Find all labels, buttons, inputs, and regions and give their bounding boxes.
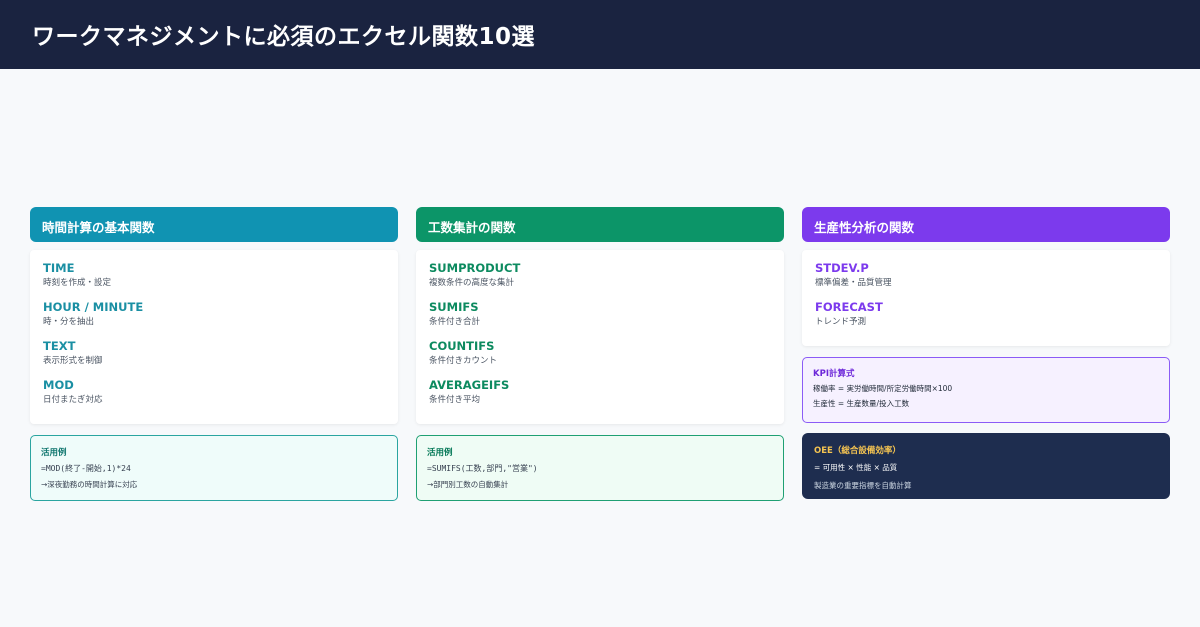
function-desc: 条件付きカウント bbox=[429, 356, 498, 366]
column-aggregation-functions: 工数集計の関数 SUMPRODUCT 複数条件の高度な集計 SUMIFS 条件付… bbox=[416, 207, 784, 501]
page-header: ワークマネジメントに必須のエクセル関数10選 bbox=[0, 0, 1200, 69]
function-desc: 時・分を抽出 bbox=[43, 317, 95, 327]
oee-note: 製造業の重要指標を自動計算 bbox=[814, 481, 912, 490]
oee-formula: = 可用性 × 性能 × 品質 bbox=[814, 463, 898, 472]
function-list: SUMPRODUCT 複数条件の高度な集計 SUMIFS 条件付き合計 COUN… bbox=[416, 250, 784, 424]
function-name: TEXT bbox=[43, 339, 76, 353]
kpi-formula-productivity: 生産性 = 生産数量/投入工数 bbox=[813, 399, 910, 408]
oee-title: OEE（総合設備効率） bbox=[814, 446, 901, 456]
example-title: 活用例 bbox=[41, 448, 67, 458]
kpi-box: KPI計算式 稼働率 = 実労働時間/所定労働時間×100 生産性 = 生産数量… bbox=[802, 357, 1170, 423]
function-desc: 複数条件の高度な集計 bbox=[429, 278, 515, 288]
function-desc: 時刻を作成・設定 bbox=[43, 278, 112, 288]
example-note: →深夜勤務の時間計算に対応 bbox=[41, 480, 138, 489]
function-list: TIME 時刻を作成・設定 HOUR / MINUTE 時・分を抽出 TEXT … bbox=[30, 250, 398, 424]
function-item: MOD 日付またぎ対応 bbox=[43, 378, 385, 406]
function-item: FORECAST トレンド予測 bbox=[815, 300, 1157, 328]
example-note: →部門別工数の自動集計 bbox=[427, 480, 509, 489]
function-desc: 条件付き合計 bbox=[429, 317, 481, 327]
function-desc: 表示形式を制御 bbox=[43, 356, 103, 366]
oee-box: OEE（総合設備効率） = 可用性 × 性能 × 品質 製造業の重要指標を自動計… bbox=[802, 433, 1170, 499]
example-box: 活用例 =MOD(終了-開始,1)*24 →深夜勤務の時間計算に対応 bbox=[30, 435, 398, 501]
column-productivity-functions: 生産性分析の関数 STDEV.P 標準偏差・品質管理 FORECAST トレンド… bbox=[802, 207, 1170, 499]
column-header: 生産性分析の関数 bbox=[802, 207, 1170, 242]
function-name: AVERAGEIFS bbox=[429, 378, 510, 392]
function-desc: 日付またぎ対応 bbox=[43, 395, 103, 405]
function-name: SUMPRODUCT bbox=[429, 261, 521, 275]
function-name: FORECAST bbox=[815, 300, 883, 314]
function-item: AVERAGEIFS 条件付き平均 bbox=[429, 378, 771, 406]
column-time-functions: 時間計算の基本関数 TIME 時刻を作成・設定 HOUR / MINUTE 時・… bbox=[30, 207, 398, 501]
function-item: HOUR / MINUTE 時・分を抽出 bbox=[43, 300, 385, 328]
function-desc: トレンド予測 bbox=[815, 317, 867, 327]
function-name: STDEV.P bbox=[815, 261, 869, 275]
example-code: =SUMIFS(工数,部門,"営業") bbox=[427, 464, 538, 473]
example-title: 活用例 bbox=[427, 448, 453, 458]
function-desc: 標準偏差・品質管理 bbox=[815, 278, 892, 288]
function-item: TEXT 表示形式を制御 bbox=[43, 339, 385, 367]
function-item: COUNTIFS 条件付きカウント bbox=[429, 339, 771, 367]
kpi-title: KPI計算式 bbox=[813, 369, 855, 379]
function-name: COUNTIFS bbox=[429, 339, 495, 353]
kpi-formula-utilization: 稼働率 = 実労働時間/所定労働時間×100 bbox=[813, 384, 953, 393]
function-name: TIME bbox=[43, 261, 75, 275]
function-list: STDEV.P 標準偏差・品質管理 FORECAST トレンド予測 bbox=[802, 250, 1170, 346]
function-name: SUMIFS bbox=[429, 300, 479, 314]
function-item: SUMIFS 条件付き合計 bbox=[429, 300, 771, 328]
function-item: TIME 時刻を作成・設定 bbox=[43, 261, 385, 289]
column-header: 時間計算の基本関数 bbox=[30, 207, 398, 242]
function-name: HOUR / MINUTE bbox=[43, 300, 144, 314]
function-desc: 条件付き平均 bbox=[429, 395, 481, 405]
example-code: =MOD(終了-開始,1)*24 bbox=[41, 464, 131, 473]
function-name: MOD bbox=[43, 378, 74, 392]
column-header: 工数集計の関数 bbox=[416, 207, 784, 242]
function-item: SUMPRODUCT 複数条件の高度な集計 bbox=[429, 261, 771, 289]
example-box: 活用例 =SUMIFS(工数,部門,"営業") →部門別工数の自動集計 bbox=[416, 435, 784, 501]
function-item: STDEV.P 標準偏差・品質管理 bbox=[815, 261, 1157, 289]
page-title: ワークマネジメントに必須のエクセル関数10選 bbox=[32, 24, 536, 50]
